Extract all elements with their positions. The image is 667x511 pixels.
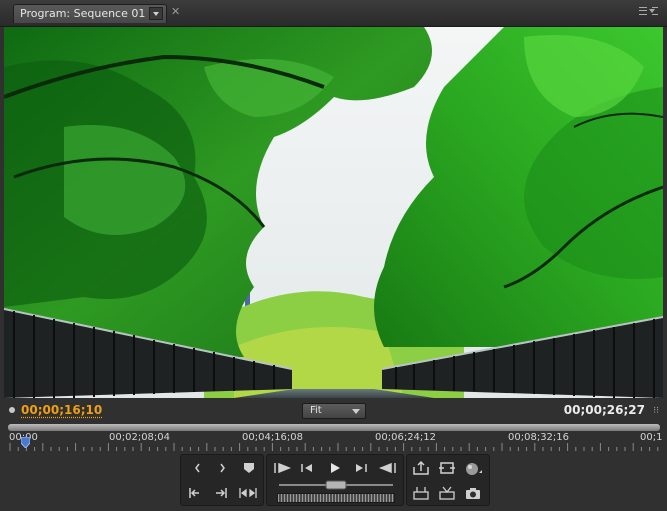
tab-dropdown-icon[interactable] (149, 7, 163, 20)
mark-out-icon[interactable] (213, 459, 233, 477)
ruler-label: 00;08;32;16 (508, 432, 570, 443)
step-back-icon[interactable] (297, 459, 317, 477)
program-video-frame[interactable] (4, 27, 663, 398)
go-to-out-icon[interactable] (211, 484, 231, 502)
ruler-label: 00;04;16;08 (242, 432, 304, 443)
panel-menu-icon[interactable] (639, 6, 659, 18)
ruler-label: 00;02;08;04 (109, 432, 171, 443)
tab-program-monitor[interactable]: Program: Sequence 01 (13, 4, 167, 23)
go-to-next-edit-icon[interactable] (377, 459, 397, 477)
ruler-ticks (9, 443, 659, 451)
edit-output-group (406, 454, 490, 506)
mark-in-icon[interactable] (187, 459, 207, 477)
zoom-level-select[interactable]: Fit (302, 403, 366, 419)
output-icon[interactable] (463, 459, 483, 477)
play-icon[interactable] (325, 459, 345, 477)
step-forward-icon[interactable] (351, 459, 371, 477)
view-zoom-scrollbar[interactable] (8, 424, 660, 431)
ruler-label: 00;1 (640, 432, 663, 443)
zoom-level-value: Fit (310, 405, 322, 416)
panel-tab-bar: Program: Sequence 01 ✕ (0, 0, 667, 27)
current-timecode[interactable]: 00;00;16;10 (21, 403, 102, 417)
timecode-row: 00;00;16;10 Fit 00;00;26;27 ⁝⁝ (0, 400, 667, 422)
time-ruler[interactable]: 00;00 00;02;08;04 00;04;16;08 00;06;24;1… (6, 423, 663, 453)
chevron-down-icon (352, 409, 360, 414)
video-frame-image (4, 27, 663, 398)
sequence-duration: 00;00;26;27 (563, 403, 645, 417)
settings-icon[interactable]: ⁝⁝ (653, 406, 659, 416)
tab-label: Program: Sequence 01 (20, 7, 146, 20)
ruler-label: 00;06;24;12 (375, 432, 437, 443)
set-marker-icon[interactable] (239, 459, 259, 477)
playhead-icon[interactable] (21, 437, 30, 448)
shuttle-slider[interactable] (277, 493, 395, 503)
go-to-previous-edit-icon[interactable] (271, 459, 292, 477)
extract-icon[interactable] (437, 459, 457, 477)
go-to-in-icon[interactable] (185, 484, 205, 502)
lift-icon[interactable] (411, 459, 431, 477)
close-icon[interactable]: ✕ (171, 5, 180, 18)
transport-controls (180, 454, 490, 508)
jog-slider[interactable] (277, 480, 395, 490)
trim-monitor-icon[interactable] (411, 484, 431, 502)
marks-group (180, 454, 264, 506)
safe-margins-icon[interactable] (437, 484, 457, 502)
export-frame-icon[interactable] (463, 484, 483, 502)
playback-indicator-icon (9, 407, 15, 413)
play-in-to-out-icon[interactable] (237, 484, 257, 502)
